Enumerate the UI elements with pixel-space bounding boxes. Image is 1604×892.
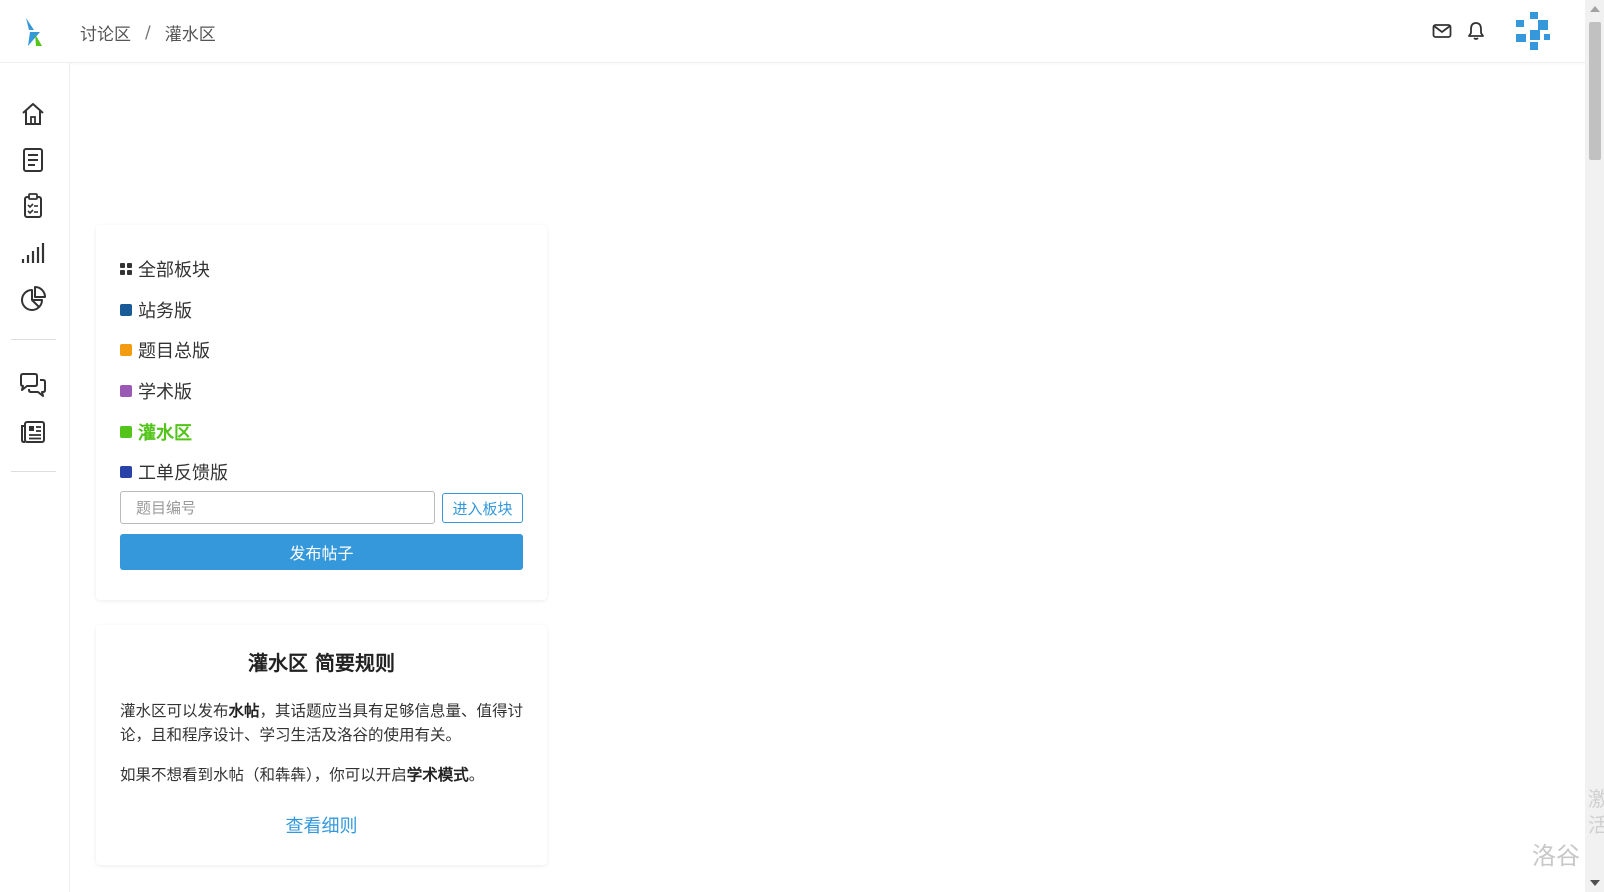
scroll-thumb[interactable] (1589, 22, 1601, 160)
mail-icon[interactable] (1432, 22, 1452, 44)
forum-item-site[interactable]: 站务版 (120, 290, 228, 331)
rules-text: 。 (468, 766, 485, 784)
avatar[interactable] (1514, 12, 1554, 52)
forum-item-label: 题目总版 (138, 341, 210, 363)
scroll-down-arrow-icon[interactable] (1590, 880, 1600, 886)
bell-icon[interactable] (1467, 21, 1485, 45)
rules-bold-text: 水帖 (228, 702, 260, 720)
forum-item-all[interactable]: 全部板块 (120, 249, 228, 290)
breadcrumb-separator: / (145, 22, 151, 43)
forum-item-relax[interactable]: 灌水区 (120, 411, 228, 452)
forum-color-dot (120, 303, 132, 316)
top-bar: 讨论区 / 灌水区 (0, 0, 1585, 63)
scroll-up-arrow-icon[interactable] (1590, 6, 1600, 12)
sidebar-divider (11, 339, 56, 340)
pie-chart-icon[interactable] (18, 284, 48, 314)
academic-mode-text: 学术模式 (406, 766, 469, 784)
enter-forum-button[interactable]: 进入板块 (442, 493, 523, 523)
forum-color-dot (120, 385, 132, 398)
breadcrumb-current[interactable]: 灌水区 (165, 20, 216, 45)
forum-item-label: 工单反馈版 (138, 463, 228, 485)
forum-item-label: 学术版 (138, 382, 192, 404)
forum-item-problems[interactable]: 题目总版 (120, 330, 228, 371)
clipboard-task-icon[interactable] (18, 191, 48, 221)
grid-icon (120, 263, 132, 276)
rules-title: 灌水区 简要规则 (248, 651, 395, 675)
forum-selector-card: 全部板块 站务版 题目总版 学术版 灌水区 工单反馈版 进入板块 发布帖子 (96, 225, 547, 600)
problem-book-icon[interactable] (18, 145, 48, 175)
page-scrollbar[interactable] (1585, 0, 1604, 892)
forum-item-feedback[interactable]: 工单反馈版 (120, 452, 228, 493)
forum-color-dot (120, 425, 132, 438)
rules-text: 灌水区可以发布 (120, 702, 229, 720)
forum-item-label: 站务版 (138, 300, 192, 322)
luogu-watermark: 洛谷 (1532, 842, 1580, 870)
forum-item-academic[interactable]: 学术版 (120, 371, 228, 412)
activation-watermark: 激活 (1588, 787, 1604, 837)
sidebar (0, 63, 70, 892)
forum-color-dot (120, 344, 132, 357)
rules-text: 如果不想看到水帖（和犇犇），你可以开启 (120, 766, 407, 784)
forum-list: 全部板块 站务版 题目总版 学术版 灌水区 工单反馈版 (120, 249, 228, 493)
forum-item-label: 灌水区 (138, 422, 192, 444)
rules-paragraph: 灌水区可以发布水帖，其话题应当具有足够信息量、值得讨论，且和程序设计、学习生活及… (120, 699, 525, 747)
sidebar-divider (11, 471, 56, 472)
breadcrumb: 讨论区 / 灌水区 (80, 20, 216, 46)
article-newspaper-icon[interactable] (18, 417, 48, 447)
view-rules-link[interactable]: 查看细则 (96, 812, 547, 838)
ranking-bars-icon[interactable] (18, 238, 48, 268)
rules-paragraph: 如果不想看到水帖（和犇犇），你可以开启学术模式。 (120, 763, 525, 787)
problem-id-input[interactable] (120, 491, 435, 524)
forum-color-dot (120, 466, 132, 479)
publish-post-button[interactable]: 发布帖子 (120, 534, 523, 570)
home-icon[interactable] (18, 99, 48, 129)
luogu-logo-icon[interactable] (20, 16, 46, 48)
forum-item-label: 全部板块 (138, 260, 210, 282)
discussion-chat-icon[interactable] (18, 370, 48, 400)
breadcrumb-discuss[interactable]: 讨论区 (80, 20, 131, 45)
rules-card: 灌水区 简要规则 灌水区可以发布水帖，其话题应当具有足够信息量、值得讨论，且和程… (96, 625, 547, 865)
